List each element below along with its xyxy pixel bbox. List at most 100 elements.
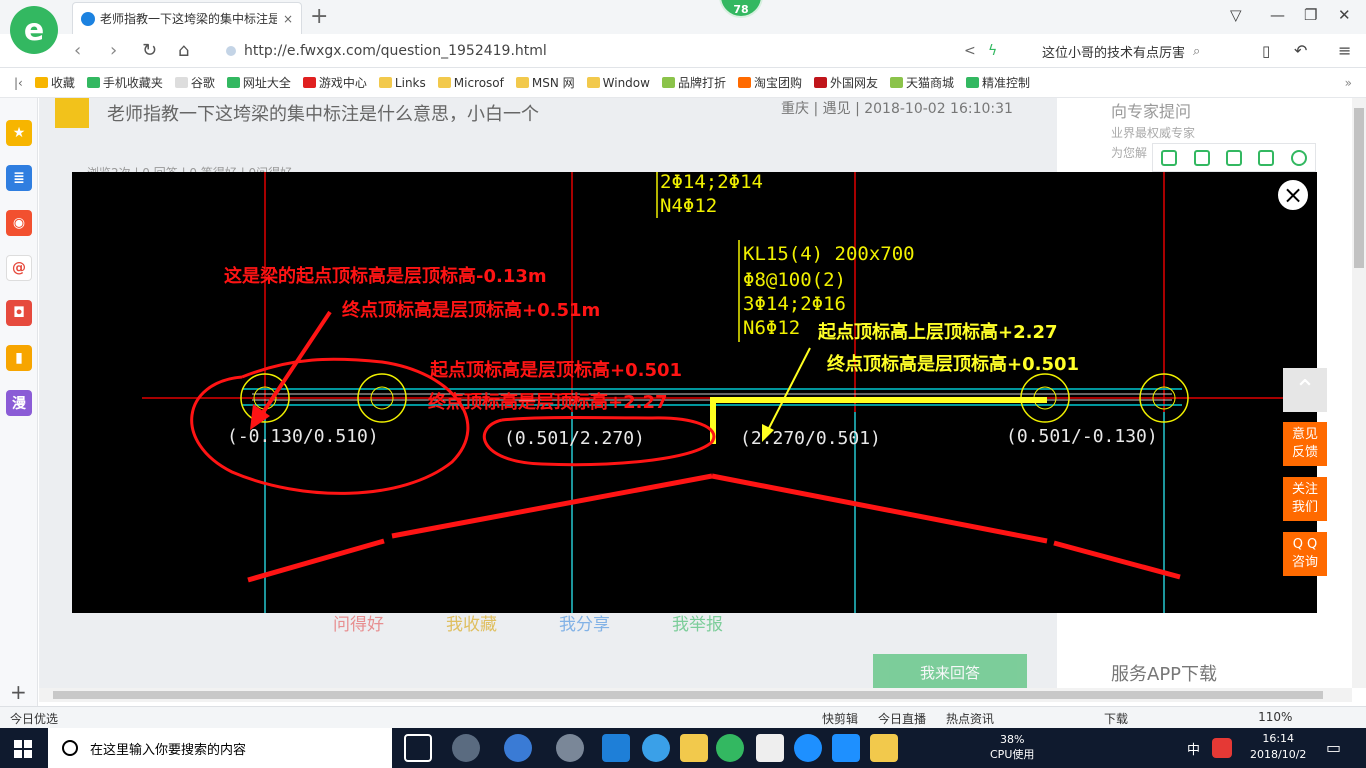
skin-icon[interactable]: ▽ [1230, 6, 1242, 24]
vertical-scroll-thumb[interactable] [1354, 108, 1364, 268]
notification-icon[interactable]: ▭ [1326, 738, 1341, 757]
file-explorer-icon[interactable] [680, 734, 708, 762]
360-browser-icon[interactable] [716, 734, 744, 762]
ie-icon[interactable] [504, 734, 532, 762]
fan-app-icon[interactable] [452, 734, 480, 762]
answer-button[interactable]: 我来回答 [873, 654, 1027, 688]
bookmark-icon [890, 77, 904, 88]
weibo-icon[interactable]: ◉ [6, 210, 32, 236]
favorites-icon[interactable]: ★ [6, 120, 32, 146]
tab-close-icon[interactable]: × [283, 12, 293, 26]
app-icon[interactable] [556, 734, 584, 762]
bookmarks-more-icon[interactable]: » [1345, 76, 1352, 90]
plus-app-icon[interactable] [832, 734, 860, 762]
status-zoom[interactable]: 110% [1258, 710, 1292, 727]
tab-title: 老师指教一下这垮梁的集中标注是 [100, 12, 277, 26]
status-live[interactable]: 今日直播 [878, 710, 926, 727]
undo-icon[interactable]: ↶ [1294, 41, 1307, 60]
horizontal-scrollbar[interactable] [39, 688, 1352, 702]
ime-indicator[interactable]: 中 [1187, 739, 1200, 758]
bookmark-item[interactable]: 游戏中心 [302, 74, 367, 91]
game-icon[interactable]: ◘ [6, 300, 32, 326]
sidebar-add-icon[interactable]: + [10, 680, 27, 704]
question-action-link[interactable]: 我举报 [672, 610, 723, 635]
task-view-icon[interactable] [404, 734, 432, 762]
save-image-icon[interactable] [1225, 149, 1242, 166]
refresh-icon[interactable]: ↻ [142, 40, 157, 61]
daily-picks-link[interactable]: 今日优选 [10, 710, 58, 727]
search-input[interactable]: 这位小哥的技术有点厉害 ⌕ [1042, 40, 1242, 62]
minimize-button[interactable]: — [1270, 6, 1285, 24]
cad-text-top2: N4Φ12 [660, 195, 717, 217]
bookmark-item[interactable]: 天猫商城 [890, 74, 954, 91]
bookmark-icon [34, 77, 48, 88]
share-image-icon[interactable] [1258, 149, 1275, 166]
menu-icon[interactable]: ≡ [1338, 41, 1351, 60]
mail-app-icon[interactable] [756, 734, 784, 762]
notes-app-icon[interactable] [870, 734, 898, 762]
phone-icon[interactable]: ▯ [1262, 42, 1270, 60]
bookmark-icon [515, 77, 529, 88]
follow-button[interactable]: 关注 我们 [1283, 477, 1327, 521]
bookmark-image-icon[interactable] [1161, 149, 1178, 166]
restore-button[interactable]: ❐ [1304, 6, 1317, 24]
clock-date: 2018/10/2 [1250, 748, 1307, 761]
status-news[interactable]: 热点资讯 [946, 710, 994, 727]
close-window-button[interactable]: ✕ [1338, 6, 1351, 24]
ie-browser-icon[interactable] [642, 734, 670, 762]
question-action-link[interactable]: 问得好 [333, 610, 384, 635]
bookmark-item[interactable]: 外国网友 [814, 74, 878, 91]
sogou-icon[interactable] [1212, 738, 1232, 758]
taskbar-search[interactable]: 在这里输入你要搜索的内容 [48, 728, 392, 768]
status-download[interactable]: 下载 [1104, 710, 1128, 727]
back-to-top-button[interactable]: ⌃ [1283, 368, 1327, 412]
bookmark-item[interactable]: Microsof [437, 74, 504, 91]
bookmark-label: Links [394, 75, 426, 90]
elevation-label-1: (-0.130/0.510) [227, 426, 379, 447]
notification-badge[interactable]: 78 [719, 0, 763, 18]
status-quick-edit[interactable]: 快剪辑 [822, 710, 858, 727]
bookmark-item[interactable]: Links [378, 74, 426, 91]
close-viewer-button[interactable]: × [1275, 177, 1311, 213]
mail-icon[interactable]: @ [6, 255, 32, 281]
bookmark-item[interactable]: 谷歌 [174, 74, 215, 91]
edge-icon[interactable] [602, 734, 630, 762]
bookmark-item[interactable]: 淘宝团购 [737, 74, 802, 91]
home-icon[interactable]: ⌂ [178, 40, 189, 61]
browser-logo[interactable]: e [10, 6, 58, 54]
feedback-button[interactable]: 意见 反馈 [1283, 422, 1327, 466]
vertical-scrollbar[interactable] [1352, 98, 1366, 688]
search-icon[interactable]: ⌕ [1193, 44, 1200, 59]
horizontal-scroll-thumb[interactable] [53, 691, 1323, 699]
taskbar: 在这里输入你要搜索的内容 38% CPU使用 中 16:14 2018/10/2… [0, 728, 1366, 768]
bookmark-item[interactable]: 收藏 [34, 74, 75, 91]
back-icon[interactable]: ‹ [74, 40, 81, 61]
reader-icon[interactable]: ▮ [6, 345, 32, 371]
bookmark-item[interactable]: 品牌打折 [661, 74, 726, 91]
comic-icon[interactable]: 漫 [6, 390, 32, 416]
bookmark-item[interactable]: 手机收藏夹 [86, 74, 163, 91]
ask-expert-title[interactable]: 向专家提问 [1111, 98, 1191, 122]
question-action-link[interactable]: 我分享 [559, 610, 610, 635]
settings-icon[interactable] [1290, 149, 1307, 166]
bookmark-item[interactable]: 精准控制 [966, 74, 1030, 91]
url-field[interactable]: http://e.fwxgx.com/question_1952419.html [226, 39, 1006, 63]
bookmark-item[interactable]: MSN 网 [515, 74, 575, 91]
start-button[interactable] [14, 740, 32, 758]
bookmark-item[interactable]: 网址大全 [226, 74, 291, 91]
sidebar-toggle-icon[interactable]: |‹ [14, 76, 23, 90]
qq-consult-button[interactable]: Q Q 咨询 [1283, 532, 1327, 576]
fullscreen-icon[interactable] [1193, 149, 1210, 166]
new-tab-button[interactable]: + [310, 4, 328, 29]
tab-active[interactable]: 老师指教一下这垮梁的集中标注是 × [72, 2, 302, 34]
cpu-indicator[interactable]: 38% CPU使用 [990, 732, 1034, 762]
list-icon[interactable]: ≣ [6, 165, 32, 191]
share-icon[interactable]: < [964, 43, 976, 59]
g-app-icon[interactable] [794, 734, 822, 762]
cad-text-kl1: KL15(4) 200x700 [743, 243, 915, 265]
forward-icon[interactable]: › [110, 40, 117, 61]
lightning-icon[interactable]: ϟ [988, 43, 997, 59]
question-action-link[interactable]: 我收藏 [446, 610, 497, 635]
clock[interactable]: 16:14 2018/10/2 [1250, 731, 1306, 763]
bookmark-item[interactable]: Window [586, 74, 650, 91]
